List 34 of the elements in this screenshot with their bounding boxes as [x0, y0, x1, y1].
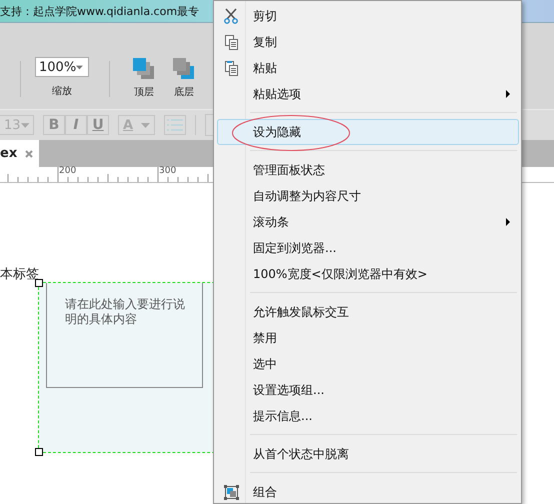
menu-item[interactable]: 复制 — [217, 29, 519, 55]
widget-label: 本标签 — [0, 266, 39, 283]
caret-icon — [141, 122, 150, 128]
zoom-dropdown[interactable]: 100% — [35, 57, 89, 77]
ruler-label: 300 — [159, 166, 176, 176]
layers-icon — [132, 57, 156, 81]
note-text: 请在此处输入要进行说明的具体内容 — [65, 297, 186, 327]
copy-icon — [224, 34, 238, 50]
window-title: 支持：起点学院www.qidianla.com最专 — [0, 4, 200, 18]
layers-icon — [172, 57, 196, 81]
send-to-back-button[interactable]: 底层 — [164, 57, 204, 99]
paste-icon — [224, 60, 238, 76]
group-icon — [224, 484, 238, 500]
resize-handle[interactable] — [35, 448, 43, 456]
resize-handle[interactable] — [35, 279, 43, 287]
menu-item[interactable]: 剪切 — [217, 3, 519, 29]
menu-item[interactable]: 自动调整为内容尺寸 — [217, 183, 519, 209]
menu-item[interactable]: 粘贴 — [217, 55, 519, 81]
menu-item[interactable]: 滚动条 — [217, 209, 519, 235]
ruler-label: 200 — [59, 166, 76, 176]
menu-item[interactable]: 固定到浏览器... — [217, 235, 519, 261]
submenu-arrow-icon — [506, 90, 510, 98]
menu-item[interactable]: 设为隐藏 — [217, 119, 519, 145]
menu-item[interactable]: 组合 — [217, 479, 519, 504]
page-tab[interactable]: ex — [0, 140, 40, 167]
menu-item[interactable]: 粘贴选项 — [217, 81, 519, 107]
close-icon[interactable] — [25, 150, 34, 158]
submenu-arrow-icon — [506, 218, 510, 226]
zoom-label: 缩放 — [52, 84, 72, 98]
menu-item[interactable]: 管理面板状态 — [217, 157, 519, 183]
caret-icon — [20, 122, 29, 128]
bring-to-front-button[interactable]: 顶层 — [124, 57, 164, 99]
caret-icon — [76, 64, 83, 70]
scissors-icon — [224, 8, 238, 24]
